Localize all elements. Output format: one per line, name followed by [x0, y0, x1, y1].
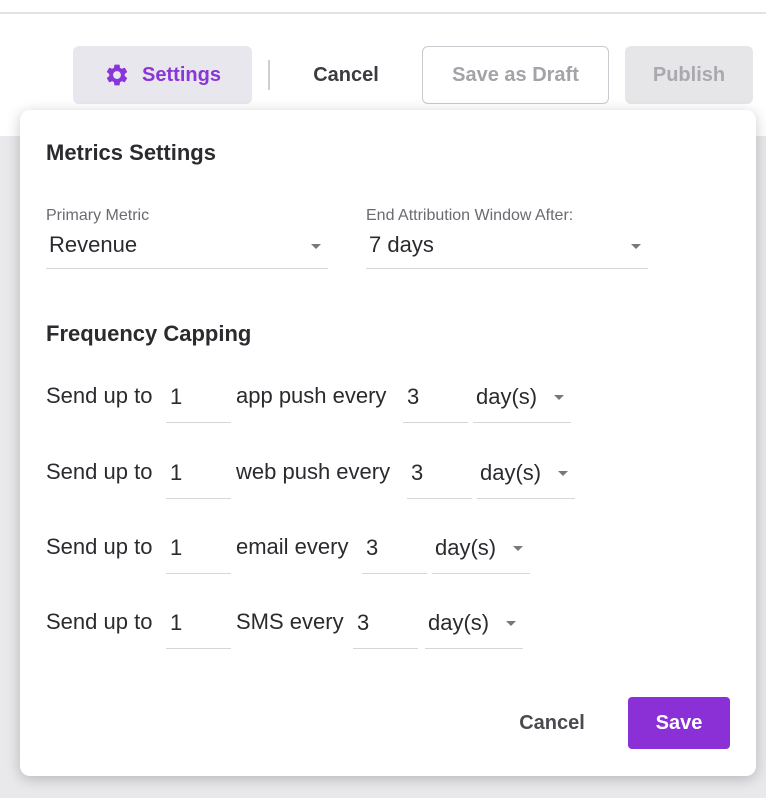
interval-value: 3 — [357, 610, 370, 635]
attribution-window-value: 7 days — [369, 232, 434, 257]
unit-select[interactable]: day(s) — [425, 599, 523, 649]
publish-button[interactable]: Publish — [625, 46, 753, 104]
cancel-button[interactable]: Cancel — [290, 46, 402, 104]
count-input[interactable]: 1 — [166, 449, 231, 499]
save-as-draft-button[interactable]: Save as Draft — [422, 46, 609, 104]
count-input[interactable]: 1 — [166, 524, 231, 574]
settings-panel: Metrics Settings Primary Metric Revenue … — [20, 110, 756, 776]
send-up-to-text: Send up to — [46, 534, 153, 559]
metrics-settings-heading: Metrics Settings — [46, 140, 216, 165]
interval-value: 3 — [407, 384, 420, 409]
caret-down-icon — [558, 471, 568, 476]
toolbar-divider-line — [0, 12, 766, 14]
send-up-to-text: Send up to — [46, 459, 153, 484]
gear-icon — [104, 62, 130, 88]
frequency-capping-heading: Frequency Capping — [46, 321, 252, 346]
count-value: 1 — [170, 610, 183, 635]
toolbar-separator — [268, 60, 270, 90]
send-up-to-text: Send up to — [46, 383, 153, 408]
primary-metric-select[interactable]: Revenue — [46, 223, 328, 269]
channel-text: SMS every — [236, 609, 344, 634]
channel-text: app push every — [236, 383, 387, 408]
interval-input[interactable]: 3 — [407, 449, 472, 499]
caret-down-icon — [506, 621, 516, 626]
interval-input[interactable]: 3 — [362, 524, 427, 574]
caret-down-icon — [513, 546, 523, 551]
caret-down-icon — [631, 244, 641, 249]
count-input[interactable]: 1 — [166, 599, 231, 649]
panel-cancel-button[interactable]: Cancel — [506, 697, 598, 749]
unit-value: day(s) — [428, 610, 490, 635]
send-up-to-text: Send up to — [46, 609, 153, 634]
unit-value: day(s) — [476, 384, 538, 409]
unit-select[interactable]: day(s) — [473, 373, 571, 423]
interval-value: 3 — [366, 535, 379, 560]
unit-select[interactable]: day(s) — [432, 524, 530, 574]
interval-input[interactable]: 3 — [353, 599, 418, 649]
caret-down-icon — [554, 395, 564, 400]
count-value: 1 — [170, 535, 183, 560]
attribution-window-select[interactable]: 7 days — [366, 223, 648, 269]
count-input[interactable]: 1 — [166, 373, 231, 423]
unit-select[interactable]: day(s) — [477, 449, 575, 499]
primary-metric-value: Revenue — [49, 232, 138, 257]
unit-value: day(s) — [435, 535, 497, 560]
settings-button-label: Settings — [142, 63, 221, 86]
caret-down-icon — [311, 244, 321, 249]
settings-button[interactable]: Settings — [73, 46, 252, 104]
count-value: 1 — [170, 384, 183, 409]
save-button[interactable]: Save — [628, 697, 730, 749]
interval-value: 3 — [411, 460, 424, 485]
interval-input[interactable]: 3 — [403, 373, 468, 423]
channel-text: web push every — [236, 459, 391, 484]
channel-text: email every — [236, 534, 349, 559]
unit-value: day(s) — [480, 460, 542, 485]
count-value: 1 — [170, 460, 183, 485]
